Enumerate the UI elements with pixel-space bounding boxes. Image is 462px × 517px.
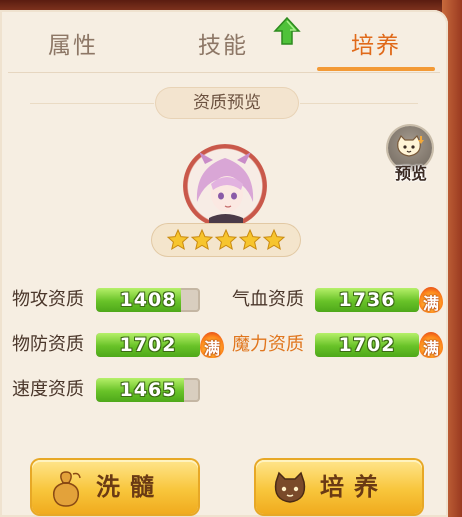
star-icon [214,228,238,251]
tab-attributes[interactable]: 属性 [18,26,128,66]
stat-label-magic: 魔力资质 [232,334,304,355]
stat-value: 1465 [119,379,177,401]
full-badge-text: 满 [422,294,439,313]
star-icon [190,228,214,251]
stat-bar-phys-defense: 1702 [96,333,200,357]
section-title-line-right [300,103,418,104]
stat-label-hp: 气血资质 [232,289,304,310]
character-portrait-icon [189,150,261,228]
gourd-icon [52,471,81,507]
section-title-line-left [30,103,154,104]
full-badge-text: 满 [203,339,220,358]
preview-label: 预览 [394,164,427,183]
full-badge-text: 满 [422,339,439,358]
stat-label-phys-attack: 物攻资质 [12,289,84,310]
star-icon [166,228,190,251]
character-avatar [183,144,267,228]
stat-value: 1408 [119,289,177,311]
active-tab-indicator [317,67,435,71]
stat-bar-hp: 1736 [315,288,419,312]
cultivate-label: 培养 [320,473,388,501]
cultivate-button[interactable]: 培养 [256,460,422,514]
stat-label-speed: 速度资质 [12,379,84,400]
stat-value: 1736 [338,289,396,311]
section-title: 资质预览 [156,88,298,118]
stat-bar-speed: 1465 [96,378,200,402]
cat-face-icon [274,471,306,503]
tab-cultivate[interactable]: 培养 [317,26,435,66]
wash-marrow-label: 洗髓 [96,473,164,501]
preview-button[interactable]: 预览 [388,126,434,183]
tab-skills[interactable]: 技能 [168,26,278,66]
star-icon [262,228,286,251]
star-rating [152,224,300,256]
full-badge-phys-defense: 满 [200,332,224,358]
full-badge-magic: 满 [419,332,443,358]
wash-marrow-button[interactable]: 洗髓 [32,460,198,514]
cat-preview-icon [397,134,424,157]
tab-divider [8,72,440,73]
full-badge-hp: 满 [419,287,443,313]
upgrade-arrow-icon [273,16,301,45]
cultivation-panel: 属性 技能 培养 资质预览 预览 物攻资质 1408 气血资质 1736 满 物… [0,10,448,517]
stat-label-phys-defense: 物防资质 [12,334,84,355]
stat-bar-magic: 1702 [315,333,419,357]
tab-bar: 属性 技能 培养 [0,10,448,74]
star-icon [238,228,262,251]
stat-bar-phys-attack: 1408 [96,288,200,312]
stat-value: 1702 [119,334,177,356]
stat-value: 1702 [338,334,396,356]
